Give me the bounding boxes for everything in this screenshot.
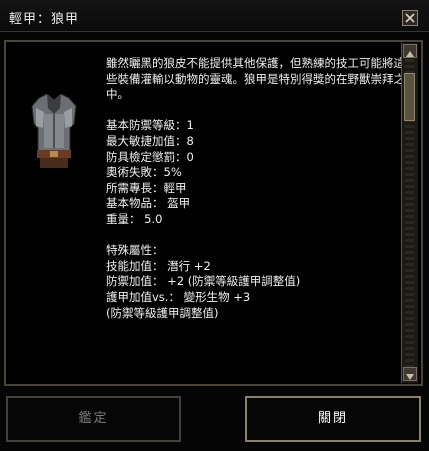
stat-line: 基本物品： 盔甲 bbox=[106, 196, 191, 211]
special-property-line: 技能加值： 潛行 +2 bbox=[106, 258, 211, 273]
vertical-scrollbar[interactable] bbox=[401, 43, 418, 383]
arrow-down-icon bbox=[406, 374, 414, 380]
stat-line: 防具檢定懲罰：0 bbox=[106, 149, 194, 164]
scroll-thumb[interactable] bbox=[404, 73, 415, 121]
stat-line: 基本防禦等級：1 bbox=[106, 118, 194, 133]
special-property-line: (防禦等級護甲調整值) bbox=[106, 305, 219, 320]
leather-armor-icon bbox=[31, 94, 77, 168]
special-properties-header: 特殊屬性： bbox=[106, 243, 164, 258]
scroll-up-button[interactable] bbox=[403, 44, 417, 58]
identify-button[interactable]: 鑑定 bbox=[6, 396, 181, 442]
stat-line: 重量： 5.0 bbox=[106, 211, 163, 226]
title-bar: 輕甲：狼甲 bbox=[0, 0, 429, 32]
scroll-down-button[interactable] bbox=[403, 367, 417, 381]
stat-line: 奧術失敗：5% bbox=[106, 165, 182, 180]
stat-line: 所需專長：輕甲 bbox=[106, 180, 187, 195]
description-paragraph: 雖然曬黑的狼皮不能提供其他保護，但熟練的技工可能將這些裝備灌輸以動物的靈魂。狼甲… bbox=[106, 56, 405, 102]
item-info-window: 輕甲：狼甲 雖然曬黑的狼皮不能提供其他保護，但熟練的技工可能將這些裝備灌輸以動物… bbox=[0, 0, 429, 451]
close-button[interactable]: 關閉 bbox=[245, 396, 421, 442]
item-description-text: 雖然曬黑的狼皮不能提供其他保護，但熟練的技工可能將這些裝備灌輸以動物的靈魂。狼甲… bbox=[106, 56, 406, 321]
special-property-line: 防禦加值： +2 (防禦等級護甲調整值) bbox=[106, 274, 301, 289]
close-x-button[interactable] bbox=[402, 10, 418, 26]
window-title: 輕甲：狼甲 bbox=[9, 12, 80, 27]
stat-line: 最大敏捷加值：8 bbox=[106, 133, 194, 148]
special-property-line: 護甲加值vs.： 變形生物 +3 bbox=[106, 289, 251, 304]
close-icon bbox=[405, 13, 415, 23]
